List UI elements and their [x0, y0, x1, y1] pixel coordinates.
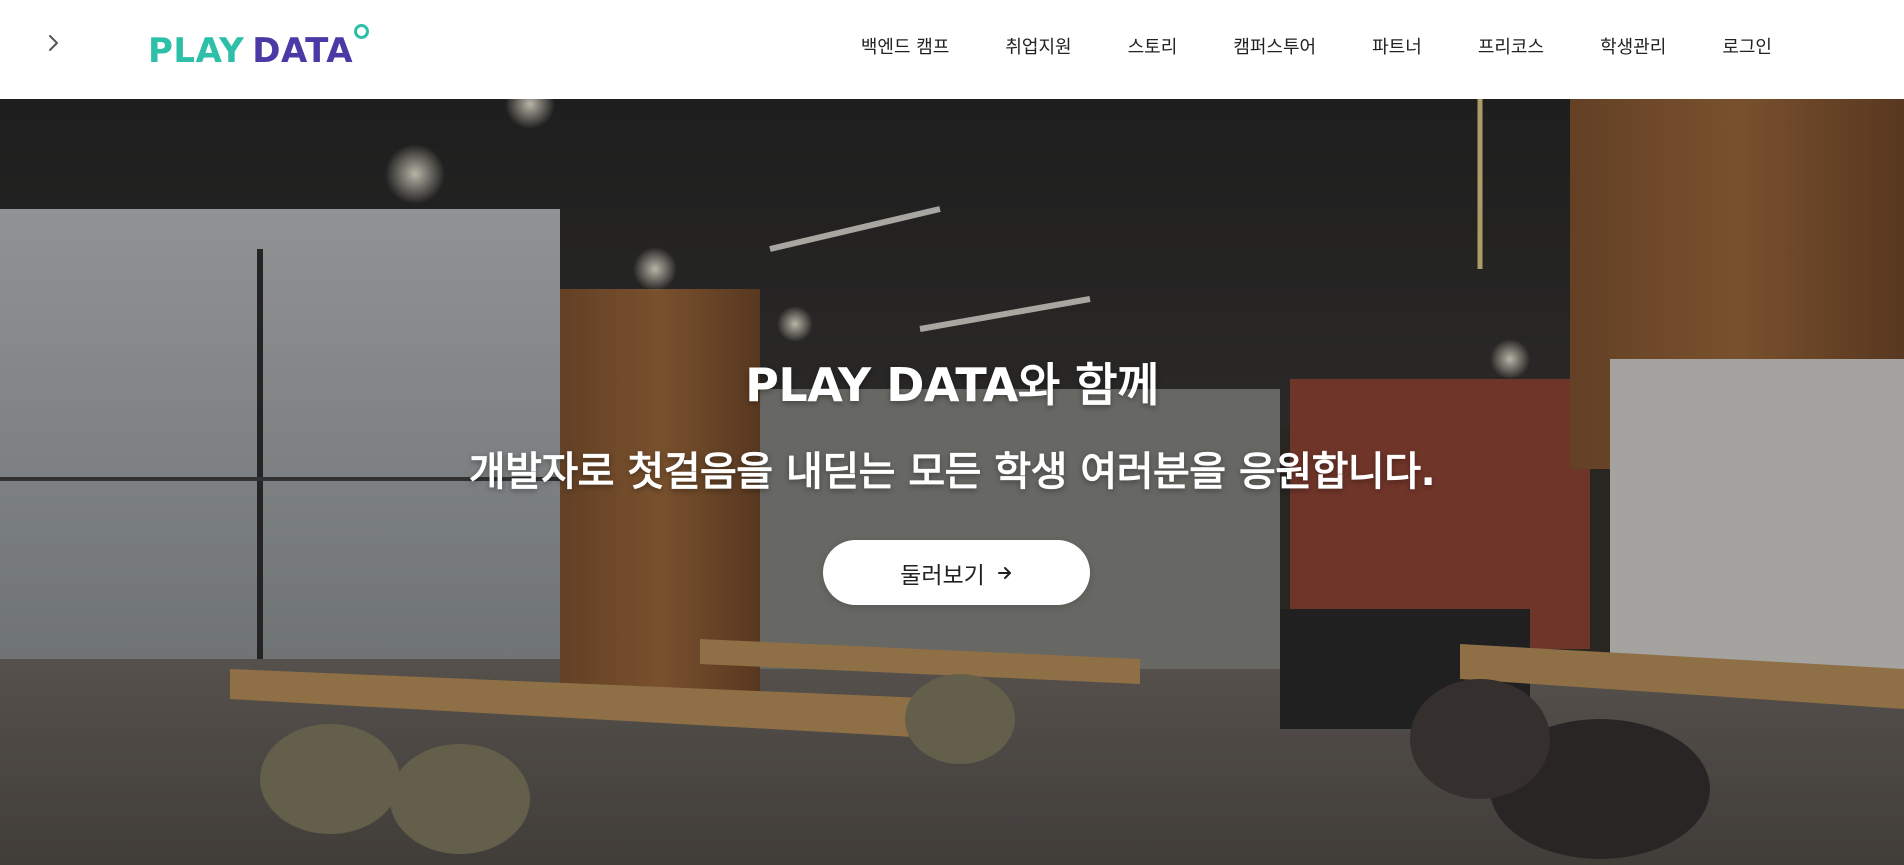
chevron-right-icon — [47, 34, 61, 56]
logo-part-data: DATA — [252, 24, 370, 71]
nav-item-job-support[interactable]: 취업지원 — [1005, 33, 1071, 59]
main-nav: 백엔드 캠프 취업지원 스토리 캠퍼스투어 파트너 프리코스 학생관리 로그인 — [805, 0, 1772, 92]
explore-button-label: 둘러보기 — [900, 562, 985, 589]
nav-item-precourse[interactable]: 프리코스 — [1478, 33, 1544, 59]
hero-title: PLAY DATA와 함께 — [745, 358, 1159, 412]
site-header: PLAY DATA 백엔드 캠프 취업지원 스토리 캠퍼스투어 파트너 프리코스… — [0, 0, 1904, 99]
explore-button[interactable]: 둘러보기 — [823, 540, 1090, 605]
arrow-right-icon — [997, 566, 1013, 580]
nav-item-student-management[interactable]: 학생관리 — [1600, 33, 1666, 59]
logo-part-data-text: DATA — [252, 31, 354, 71]
playdata-logo[interactable]: PLAY DATA — [148, 24, 370, 71]
hero-subtitle: 개발자로 첫걸음을 내딛는 모든 학생 여러분을 응원합니다. — [468, 449, 1436, 495]
nav-item-login[interactable]: 로그인 — [1722, 33, 1772, 59]
nav-item-partner[interactable]: 파트너 — [1372, 33, 1422, 59]
logo-dot — [354, 24, 370, 39]
logo-part-play: PLAY — [148, 31, 245, 71]
hero-section: PLAY DATA와 함께 개발자로 첫걸음을 내딛는 모든 학생 여러분을 응… — [0, 99, 1904, 865]
nav-item-story[interactable]: 스토리 — [1128, 33, 1178, 59]
nav-item-backend-camp[interactable]: 백엔드 캠프 — [861, 33, 950, 59]
menu-toggle-button[interactable] — [42, 33, 66, 57]
nav-item-campus-tour[interactable]: 캠퍼스투어 — [1233, 33, 1316, 59]
